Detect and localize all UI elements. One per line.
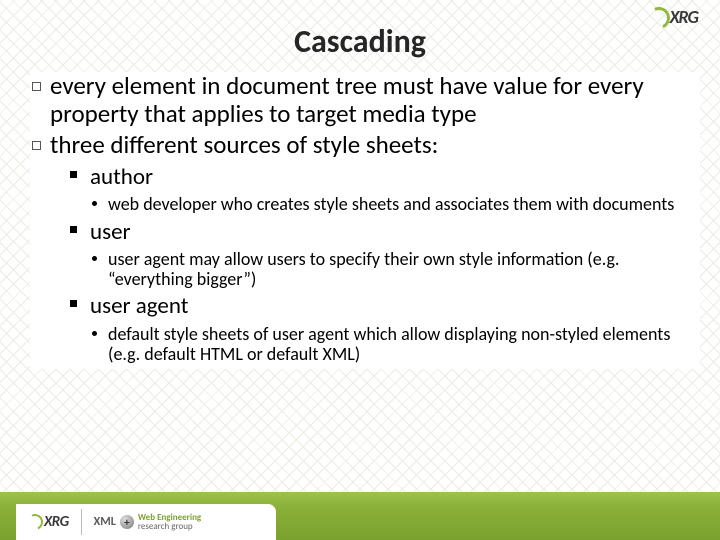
source-label: user agent (90, 294, 188, 319)
dot-icon (92, 325, 108, 365)
group-sub: Web Engineering research group (138, 513, 201, 531)
bullet-text: three different sources of style sheets: (50, 131, 438, 159)
source-detail: user agent may allow users to specify th… (108, 250, 700, 290)
brand-name: XRG (44, 513, 69, 531)
slide-content: every element in document tree must have… (30, 72, 700, 369)
bullet-l3: web developer who creates style sheets a… (92, 195, 700, 217)
swoosh-icon (26, 515, 42, 529)
bullet-text: every element in document tree must have… (50, 72, 700, 127)
footer-badge: XRG XML + Web Engineering research group (16, 504, 276, 540)
dot-icon (92, 195, 108, 215)
slide-title: Cascading (0, 22, 720, 61)
bullet-l1: three different sources of style sheets: (30, 131, 700, 163)
bullet-l1: every element in document tree must have… (30, 72, 700, 131)
bullet-l2: user agent (70, 294, 700, 321)
source-detail: default style sheets of user agent which… (108, 325, 700, 365)
source-detail: web developer who creates style sheets a… (108, 195, 674, 215)
bullet-l2: user (70, 220, 700, 247)
xml-label: XML (94, 515, 116, 529)
footer-bar: XRG XML + Web Engineering research group (0, 492, 720, 540)
filled-square-icon (70, 294, 90, 319)
source-label: author (90, 165, 153, 190)
bullet-l2: author (70, 165, 700, 192)
bullet-l3: default style sheets of user agent which… (92, 325, 700, 367)
hollow-square-icon (30, 72, 50, 127)
group-bottom: research group (138, 521, 193, 532)
dot-icon (92, 250, 108, 290)
filled-square-icon (70, 220, 90, 245)
brand-logo-footer: XRG (26, 513, 69, 531)
filled-square-icon (70, 165, 90, 190)
research-group-label: XML + Web Engineering research group (94, 513, 202, 531)
bullet-l3: user agent may allow users to specify th… (92, 250, 700, 292)
plus-icon: + (120, 515, 134, 529)
hollow-square-icon (30, 131, 50, 159)
divider (81, 509, 82, 535)
source-label: user (90, 220, 131, 245)
